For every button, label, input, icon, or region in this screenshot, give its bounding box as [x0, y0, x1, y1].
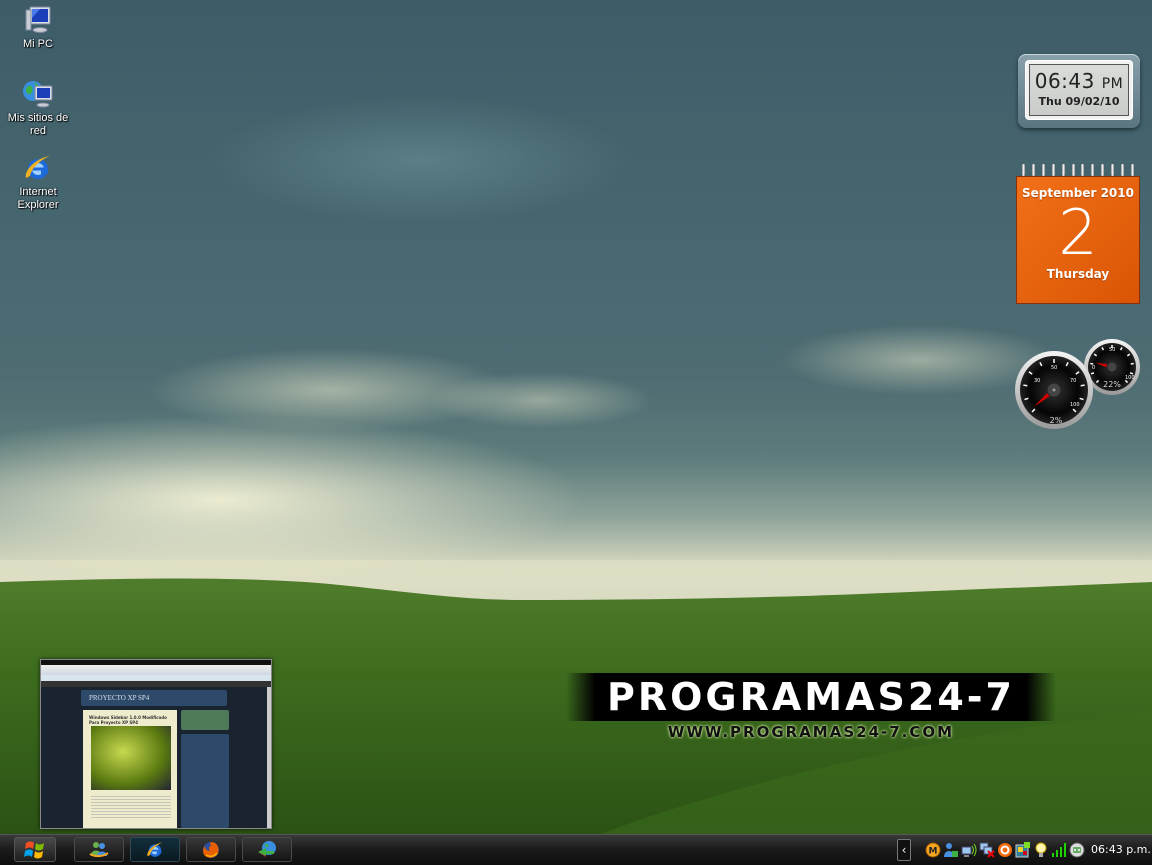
svg-text:M: M: [929, 847, 938, 857]
cpu-dial-tick: [1081, 385, 1085, 386]
robot-icon[interactable]: [1069, 842, 1085, 858]
firefox-icon: [201, 840, 221, 860]
taskbar-thumbnail-preview[interactable]: PROYECTO XP SP4 Windows Sidebar 1.0.0 Mo…: [40, 659, 272, 829]
taskbar-button-firefox[interactable]: [186, 837, 236, 862]
network-disconnected-icon[interactable]: [979, 842, 995, 858]
preview-address-bar: [41, 665, 271, 675]
preview-post-image: [91, 726, 171, 790]
cpu-percent-label: 2%: [1050, 416, 1063, 425]
preview-scrollbar: [267, 687, 271, 828]
memory-percent-label: 22%: [1103, 380, 1121, 389]
tray-expand-button[interactable]: ‹: [897, 839, 911, 861]
avast-icon[interactable]: [997, 842, 1013, 858]
taskbar-button-download-manager[interactable]: [242, 837, 292, 862]
internet-explorer-icon: [145, 840, 165, 860]
internet-explorer-icon: [22, 152, 54, 184]
messenger-m-icon[interactable]: M: [925, 842, 941, 858]
desktop-icon-network-places[interactable]: Mis sitios de red: [0, 78, 76, 138]
desktop-icon-my-computer[interactable]: Mi PC: [0, 4, 76, 51]
desktop-icon-label: Mis sitios de red: [0, 112, 76, 138]
lightbulb-icon[interactable]: [1033, 842, 1049, 858]
memory-tick-100: 100: [1125, 375, 1135, 381]
taskbar-button-messenger[interactable]: [74, 837, 124, 862]
preview-post-text: [91, 796, 171, 820]
cpu-tick-70: 70: [1070, 378, 1076, 384]
desktop-icon-internet-explorer[interactable]: Internet Explorer: [0, 152, 76, 212]
desktop-icon-label: Mi PC: [0, 38, 76, 51]
memory-dial-tick: [1130, 373, 1133, 374]
watermark-url: WWW.PROGRAMAS24-7.COM: [566, 723, 1056, 741]
clock-gadget[interactable]: 06:43 PM Thu 09/02/10: [1018, 54, 1140, 128]
windows-logo-icon: [24, 840, 46, 860]
taskbar-clock[interactable]: 06:43 p.m.: [1091, 835, 1151, 865]
window-app-icon[interactable]: [1015, 842, 1031, 858]
clock-date: Thu 09/02/10: [1030, 95, 1128, 108]
cpu-tick-30: 30: [1034, 378, 1040, 384]
clock-time: 06:43 PM: [1030, 69, 1128, 93]
calendar-spiral-rings: [1022, 164, 1134, 178]
windows-live-messenger-icon: [89, 841, 109, 859]
memory-dial-tick: [1091, 373, 1094, 374]
watermark-title: PROGRAMAS24-7: [566, 673, 1056, 721]
my-computer-icon: [22, 4, 54, 36]
programas24-7-watermark: PROGRAMAS24-7 WWW.PROGRAMAS24-7.COM: [566, 673, 1056, 741]
preview-blog-nav: [41, 681, 271, 687]
clock-display: 06:43 PM Thu 09/02/10: [1029, 64, 1129, 116]
preview-sidebar-about: [181, 734, 229, 828]
calendar-gadget[interactable]: September 2010 2 Thursday: [1016, 172, 1140, 304]
memory-tick-0: 0: [1092, 365, 1095, 371]
download-manager-icon: [256, 840, 278, 860]
start-button[interactable]: [14, 837, 56, 862]
memory-tick-50: 50: [1109, 347, 1115, 353]
preview-blog-post: Windows Sidebar 1.0.0 Modificado Para Pr…: [83, 710, 177, 828]
preview-sidebar-widget: [181, 710, 229, 730]
cpu-tick-100: 100: [1070, 402, 1080, 408]
cpu-dial: 30 50 70 100 2%: [1015, 351, 1093, 429]
taskbar: ‹ M: [0, 834, 1152, 865]
cpu-tick-50: 50: [1051, 365, 1057, 371]
network-places-icon: [22, 78, 54, 110]
calendar-weekday: Thursday: [1017, 267, 1139, 281]
cpu-dial-tick: [1023, 385, 1027, 386]
desktop-icon-label: Internet Explorer: [0, 186, 76, 212]
preview-blog-title: PROYECTO XP SP4: [81, 690, 227, 706]
preview-post-title: Windows Sidebar 1.0.0 Modificado Para Pr…: [83, 710, 177, 725]
signal-strength-icon[interactable]: [1051, 842, 1067, 858]
user-status-icon[interactable]: [943, 842, 959, 858]
cpu-meter-gadget[interactable]: 0 50 100 22% 30 50 70 100 2%: [1014, 336, 1152, 432]
taskbar-button-internet-explorer[interactable]: [130, 837, 180, 862]
wireless-network-icon[interactable]: [961, 842, 977, 858]
calendar-day: 2: [1017, 202, 1139, 264]
